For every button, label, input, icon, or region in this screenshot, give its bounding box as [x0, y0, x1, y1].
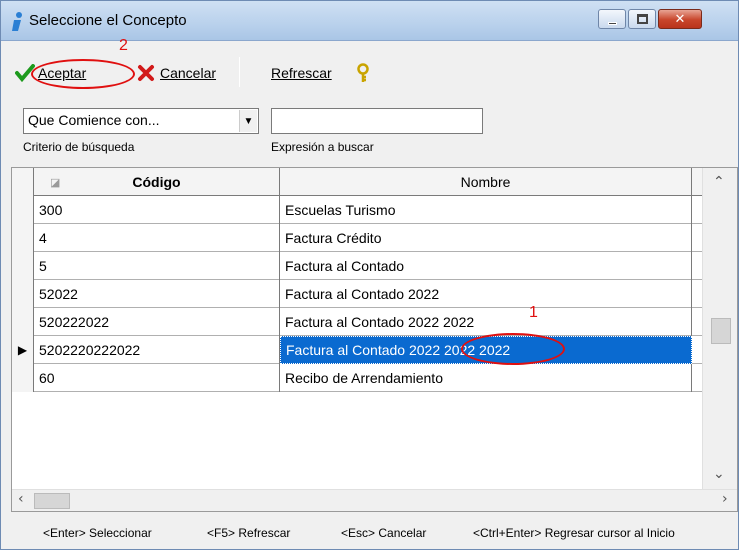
annotation-number-2: 2 [119, 37, 128, 54]
scroll-down-icon[interactable]: ⌄ [713, 466, 725, 482]
sort-icon: ◪ [50, 176, 61, 189]
table-row-selected[interactable]: ▶ 5202220222022 Factura al Contado 2022 … [12, 336, 702, 364]
cell-codigo[interactable]: 5 [34, 252, 280, 280]
scroll-right-icon[interactable]: › [722, 491, 728, 507]
status-f5: <F5> Refrescar [207, 526, 291, 540]
cell-codigo[interactable]: 5202220222022 [34, 336, 280, 364]
table-row[interactable]: 4 Factura Crédito [12, 224, 702, 252]
horizontal-scrollbar[interactable]: ‹ › [12, 489, 737, 511]
info-app-icon [12, 12, 22, 31]
codigo-header-label: Código [132, 174, 181, 190]
table-row[interactable]: 52022 Factura al Contado 2022 [12, 280, 702, 308]
table-row[interactable]: 520222022 Factura al Contado 2022 2022 [12, 308, 702, 336]
table-row[interactable]: 60 Recibo de Arrendamiento [12, 364, 702, 392]
scroll-up-icon[interactable]: ⌃ [713, 174, 725, 190]
cell-nombre[interactable]: Factura al Contado 2022 2022 [280, 308, 692, 336]
title-bar[interactable]: Seleccione el Concepto ✕ [1, 1, 738, 41]
cell-codigo[interactable]: 60 [34, 364, 280, 392]
cell-nombre[interactable]: Factura Crédito [280, 224, 692, 252]
row-indicator [12, 364, 34, 392]
row-indicator [12, 280, 34, 308]
status-enter: <Enter> Seleccionar [43, 526, 152, 540]
cell-codigo[interactable]: 4 [34, 224, 280, 252]
cancel-label: Cancelar [160, 65, 217, 81]
vertical-scroll-thumb[interactable] [711, 318, 731, 344]
status-bar: <Enter> Seleccionar <F5> Refrescar <Esc>… [11, 521, 731, 543]
current-row-arrow-icon: ▶ [12, 336, 34, 364]
nombre-header-label: Nombre [460, 174, 511, 190]
status-esc: <Esc> Cancelar [341, 526, 427, 540]
criteria-dropdown[interactable]: Que Comience con... ▼ [23, 108, 259, 134]
accept-button[interactable]: Aceptar [15, 59, 86, 87]
row-indicator [12, 252, 34, 280]
red-x-icon [138, 65, 154, 81]
refresh-button[interactable]: Refrescar [271, 59, 332, 87]
minimize-button[interactable] [598, 9, 626, 29]
close-icon: ✕ [674, 11, 686, 27]
row-indicator [12, 196, 34, 224]
key-icon [357, 63, 369, 82]
status-ctrl-enter: <Ctrl+Enter> Regresar cursor al Inicio [473, 526, 675, 540]
close-button[interactable]: ✕ [658, 9, 702, 29]
cell-codigo[interactable]: 520222022 [34, 308, 280, 336]
maximize-icon [637, 14, 648, 24]
header-indicator [12, 168, 34, 196]
column-header-nombre[interactable]: Nombre [280, 168, 692, 196]
cell-nombre[interactable]: Factura al Contado 2022 [280, 280, 692, 308]
grid-header: ◪ Código Nombre [12, 168, 702, 196]
accept-label: Aceptar [38, 65, 87, 81]
scroll-left-icon[interactable]: ‹ [18, 491, 24, 507]
toolbar-separator [239, 57, 240, 87]
criteria-label: Criterio de búsqueda [23, 140, 135, 154]
column-header-codigo[interactable]: ◪ Código [34, 168, 280, 196]
cell-nombre[interactable]: Escuelas Turismo [280, 196, 692, 224]
cell-nombre[interactable]: Factura al Contado [280, 252, 692, 280]
vertical-scrollbar[interactable]: ⌃ ⌄ [702, 168, 737, 489]
expression-search-input[interactable] [271, 108, 483, 134]
dialog-window: Seleccione el Concepto ✕ Aceptar Cancela… [0, 0, 739, 550]
maximize-button[interactable] [628, 9, 656, 29]
window-title: Seleccione el Concepto [29, 12, 187, 29]
cell-codigo[interactable]: 52022 [34, 280, 280, 308]
search-filter-area: Que Comience con... ▼ Criterio de búsque… [19, 104, 719, 164]
horizontal-scroll-thumb[interactable] [34, 493, 70, 509]
cancel-button[interactable]: Cancelar [137, 59, 216, 87]
cell-nombre[interactable]: Factura al Contado 2022 2022 2022 [280, 336, 692, 364]
cell-codigo[interactable]: 300 [34, 196, 280, 224]
concept-grid: ◪ Código Nombre 300 Escuelas Turismo 4 F… [11, 167, 738, 512]
annotation-number-1: 1 [529, 304, 538, 321]
help-button[interactable] [355, 59, 371, 87]
dropdown-arrow-icon[interactable]: ▼ [239, 110, 257, 132]
row-indicator [12, 308, 34, 336]
row-indicator [12, 224, 34, 252]
table-row[interactable]: 300 Escuelas Turismo [12, 196, 702, 224]
toolbar: Aceptar Cancelar Refrescar [7, 51, 732, 93]
cell-nombre[interactable]: Recibo de Arrendamiento [280, 364, 692, 392]
criteria-value: Que Comience con... [28, 112, 160, 128]
checkmark-icon [15, 64, 35, 82]
table-row[interactable]: 5 Factura al Contado [12, 252, 702, 280]
refresh-label: Refrescar [271, 65, 332, 81]
minimize-icon [608, 22, 617, 25]
expression-label: Expresión a buscar [271, 140, 374, 154]
